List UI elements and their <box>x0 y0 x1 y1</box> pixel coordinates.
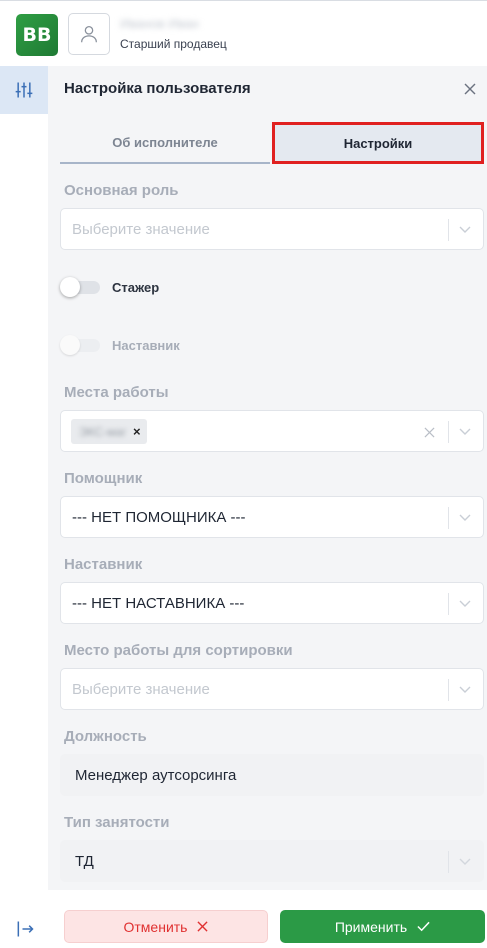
tab-about-performer[interactable]: Об исполнителе <box>60 122 270 164</box>
employment-type-value: ТД <box>75 853 94 870</box>
mentor-toggle-label: Наставник <box>112 337 180 353</box>
employment-type-select[interactable]: ТД <box>60 840 484 882</box>
trainee-toggle-row: Стажер <box>60 276 159 298</box>
user-name: Иванов Иван <box>120 16 199 31</box>
sort-workplace-label: Место работы для сортировки <box>64 642 293 659</box>
apply-button[interactable]: Применить <box>280 910 485 943</box>
logout-icon <box>17 921 34 937</box>
tab-settings[interactable]: Настройки <box>272 122 484 164</box>
select-separator <box>448 219 449 241</box>
assistant-label: Помощник <box>64 470 143 487</box>
cancel-button[interactable]: Отменить <box>64 910 268 943</box>
select-separator <box>448 593 449 615</box>
app-logo[interactable]: BB <box>16 14 58 56</box>
panel-tabs: Об исполнителе Настройки <box>60 122 484 164</box>
chevron-down-icon[interactable] <box>455 507 475 529</box>
trainee-label: Стажер <box>112 279 160 295</box>
select-separator <box>448 851 449 873</box>
workplace-chip-label: ЭКС-маг <box>79 424 127 439</box>
chevron-down-icon[interactable] <box>455 851 475 873</box>
select-separator <box>448 421 449 443</box>
panel-header: Настройка пользователя <box>48 66 487 110</box>
workplaces-label: Места работы <box>64 384 169 401</box>
close-icon <box>197 921 209 932</box>
main-role-label: Основная роль <box>64 182 179 199</box>
chevron-down-icon[interactable] <box>455 219 475 241</box>
sort-workplace-placeholder: Выберите значение <box>72 681 210 698</box>
panel-footer: Отменить Применить <box>48 890 487 948</box>
app-header: BB Иванов Иван Старший продавец <box>0 0 487 66</box>
workplaces-multiselect[interactable]: ЭКС-маг × <box>60 410 484 452</box>
trainee-toggle[interactable] <box>60 277 100 297</box>
chevron-down-icon[interactable] <box>455 679 475 701</box>
mentor-select[interactable]: --- НЕТ НАСТАВНИКА --- <box>60 582 484 624</box>
chevron-down-icon[interactable] <box>455 593 475 615</box>
logout-button[interactable] <box>14 918 36 940</box>
workplace-chip: ЭКС-маг × <box>71 419 147 444</box>
assistant-value: --- НЕТ ПОМОЩНИКА --- <box>72 509 246 526</box>
check-icon <box>417 921 430 932</box>
sliders-icon <box>15 82 33 98</box>
position-value: Менеджер аутсорсинга <box>75 767 237 784</box>
chip-remove-icon[interactable]: × <box>133 424 141 439</box>
employment-type-label: Тип занятости <box>64 814 170 831</box>
sort-workplace-select[interactable]: Выберите значение <box>60 668 484 710</box>
cancel-label: Отменить <box>123 918 188 935</box>
mentor-toggle[interactable] <box>60 335 100 355</box>
position-field: Менеджер аутсорсинга <box>60 754 484 796</box>
assistant-select[interactable]: --- НЕТ ПОМОЩНИКА --- <box>60 496 484 538</box>
avatar[interactable] <box>68 13 110 55</box>
main-role-placeholder: Выберите значение <box>72 221 210 238</box>
mentor-value: --- НЕТ НАСТАВНИКА --- <box>72 595 245 612</box>
settings-rail-button[interactable] <box>0 66 48 114</box>
clear-icon[interactable] <box>419 421 439 443</box>
select-separator <box>448 507 449 529</box>
user-icon <box>81 26 97 43</box>
main-role-select[interactable]: Выберите значение <box>60 208 484 250</box>
apply-label: Применить <box>334 918 408 935</box>
select-separator <box>448 679 449 701</box>
left-rail <box>0 66 48 948</box>
close-button[interactable] <box>459 78 481 100</box>
user-settings-panel: Настройка пользователя Об исполнителе На… <box>48 66 487 948</box>
mentor-toggle-row: Наставник <box>60 334 180 356</box>
panel-title: Настройка пользователя <box>64 80 251 97</box>
user-role: Старший продавец <box>120 37 227 51</box>
chevron-down-icon[interactable] <box>455 421 475 443</box>
position-label: Должность <box>64 728 147 745</box>
mentor-label: Наставник <box>64 556 143 573</box>
close-icon <box>464 83 476 95</box>
